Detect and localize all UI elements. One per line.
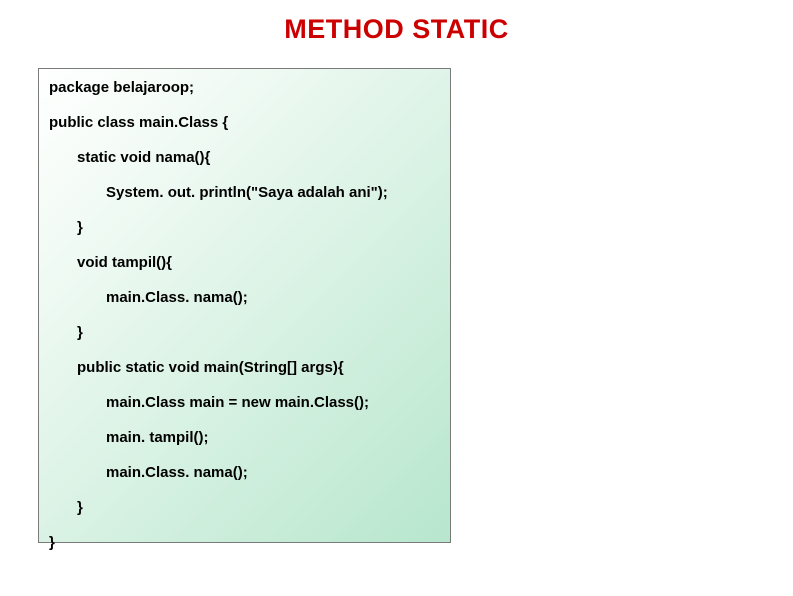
code-line: }	[77, 499, 442, 517]
code-line: void tampil(){	[77, 254, 442, 272]
code-block: package belajaroop; public class main.Cl…	[38, 68, 451, 543]
blank-line	[49, 482, 442, 499]
code-line: static void nama(){	[77, 149, 442, 167]
blank-line	[49, 342, 442, 359]
blank-line	[49, 167, 442, 184]
code-line: main.Class. nama();	[106, 289, 442, 307]
blank-line	[49, 202, 442, 219]
code-line: package belajaroop;	[49, 79, 442, 97]
slide-page: METHOD STATIC package belajaroop; public…	[0, 0, 793, 596]
code-line: main. tampil();	[106, 429, 442, 447]
code-line: }	[49, 534, 442, 552]
code-line: public class main.Class {	[49, 114, 442, 132]
code-line: main.Class main = new main.Class();	[106, 394, 442, 412]
blank-line	[49, 97, 442, 114]
code-line: }	[77, 324, 442, 342]
blank-line	[49, 272, 442, 289]
blank-line	[49, 132, 442, 149]
code-line: System. out. println("Saya adalah ani");	[106, 184, 442, 202]
code-line: public static void main(String[] args){	[77, 359, 442, 377]
blank-line	[49, 377, 442, 394]
blank-line	[49, 307, 442, 324]
blank-line	[49, 412, 442, 429]
blank-line	[49, 237, 442, 254]
blank-line	[49, 447, 442, 464]
code-line: }	[77, 219, 442, 237]
code-line: main.Class. nama();	[106, 464, 442, 482]
blank-line	[49, 517, 442, 534]
slide-title: METHOD STATIC	[0, 0, 793, 51]
